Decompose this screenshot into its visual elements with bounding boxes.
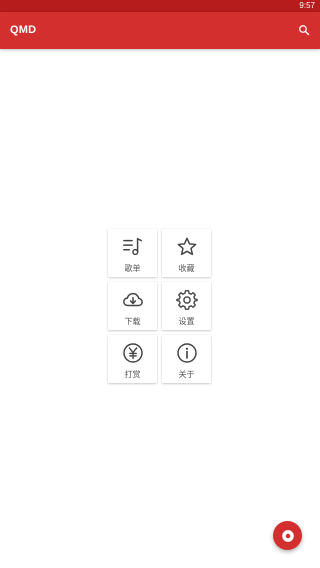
menu-tile-playlist[interactable]: 歌单 — [108, 229, 157, 277]
menu-tile-settings[interactable]: 设置 — [162, 282, 211, 330]
menu-label-playlist: 歌单 — [124, 264, 141, 273]
app-title: QMD — [10, 24, 37, 36]
search-button[interactable] — [296, 22, 312, 38]
status-bar: 9:57 — [0, 0, 320, 12]
app-bar: QMD — [0, 12, 320, 49]
status-time: 9:57 — [299, 1, 315, 10]
search-icon — [299, 25, 310, 36]
menu-label-download: 下载 — [124, 317, 141, 326]
menu-label-donate: 打赏 — [124, 370, 141, 379]
menu-label-favorites: 收藏 — [178, 264, 195, 273]
app-screen: 9:57 QMD 歌单 收藏 下载 设置 打赏 关于 — [0, 0, 320, 568]
star-icon — [175, 235, 199, 259]
menu-label-about: 关于 — [178, 370, 195, 379]
menu-tile-download[interactable]: 下载 — [108, 282, 157, 330]
menu-grid: 歌单 收藏 下载 设置 打赏 关于 — [108, 229, 212, 383]
info-icon — [175, 341, 199, 365]
gear-icon — [175, 288, 199, 312]
menu-tile-donate[interactable]: 打赏 — [108, 335, 157, 383]
cloud-download-icon — [121, 288, 145, 312]
yen-coin-icon — [121, 341, 145, 365]
now-playing-fab[interactable] — [273, 521, 302, 550]
menu-tile-favorites[interactable]: 收藏 — [162, 229, 211, 277]
menu-label-settings: 设置 — [178, 317, 195, 326]
disc-icon — [281, 529, 294, 542]
playlist-music-icon — [121, 235, 145, 259]
menu-tile-about[interactable]: 关于 — [162, 335, 211, 383]
